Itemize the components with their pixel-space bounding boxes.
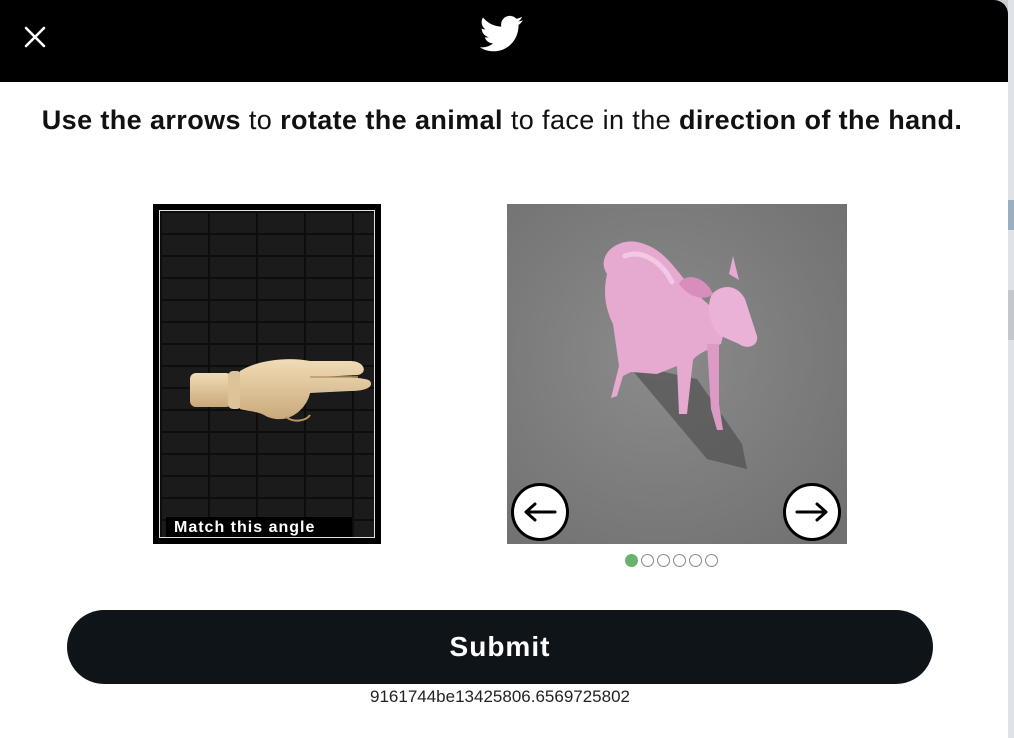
rotatable-animal-panel (507, 204, 847, 544)
match-angle-label: Match this angle (166, 517, 352, 537)
instruction-regular: to (240, 105, 281, 135)
rotate-left-button[interactable] (511, 483, 569, 541)
captcha-modal: Use the arrows to rotate the animal to f… (0, 0, 1008, 738)
arrow-left-icon (524, 502, 557, 522)
instruction-text: Use the arrows to rotate the animal to f… (40, 104, 964, 137)
pointing-hand-image (190, 359, 372, 422)
step-dot-active (625, 554, 638, 567)
instruction-regular: to face in the (502, 105, 679, 135)
rotate-right-button[interactable] (783, 483, 841, 541)
background-mark (1008, 200, 1014, 230)
arrow-right-icon (795, 502, 828, 522)
step-indicator (625, 554, 718, 570)
twitter-bird-icon (480, 15, 524, 52)
instruction-bold: rotate the animal (280, 105, 503, 135)
close-button[interactable] (16, 18, 54, 56)
session-id: 9161744be13425806.6569725802 (370, 687, 630, 706)
step-dot (705, 554, 718, 567)
step-dot (689, 554, 702, 567)
step-dot (673, 554, 686, 567)
background-mark (1008, 290, 1014, 340)
brick-wall-background: Match this angle (159, 210, 375, 538)
step-dot (657, 554, 670, 567)
step-dot (641, 554, 654, 567)
instruction-bold: direction of the hand. (678, 105, 963, 135)
submit-button[interactable]: Submit (67, 610, 933, 684)
background-page-edge (1008, 0, 1014, 738)
reference-panel: Match this angle (153, 204, 381, 544)
modal-header (0, 0, 1008, 82)
instruction-bold: Use the arrows (41, 105, 241, 135)
close-icon (24, 26, 46, 48)
